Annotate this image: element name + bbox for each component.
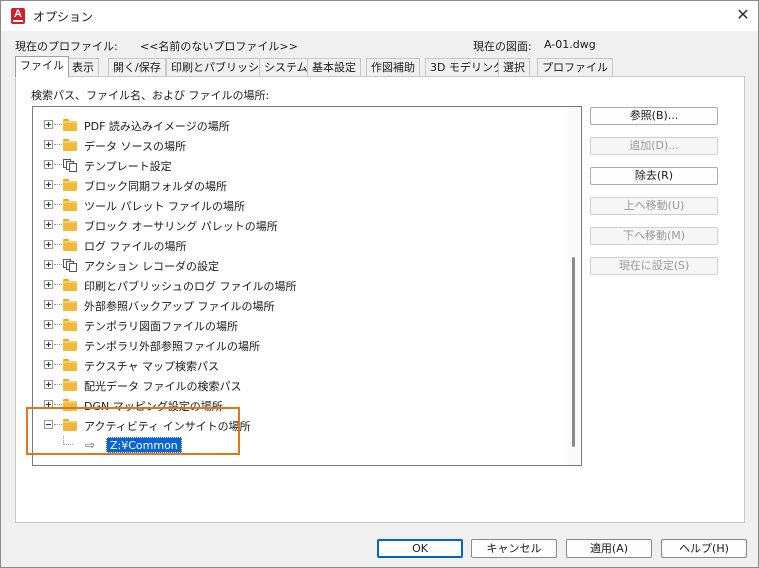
profile-info-row: 現在のプロファイル: <<名前のないプロファイル>> 現在の図面: A-01.d… bbox=[1, 38, 758, 87]
scrollbar-thumb[interactable] bbox=[572, 257, 575, 447]
templates-icon bbox=[63, 159, 77, 172]
folder-icon bbox=[63, 379, 77, 391]
folder-icon bbox=[63, 139, 77, 151]
tab-user-preferences[interactable]: 基本設定 bbox=[307, 58, 361, 76]
expand-icon[interactable] bbox=[44, 380, 53, 389]
expand-icon[interactable] bbox=[44, 180, 53, 189]
tree-item-activity-insights[interactable]: アクティビティ インサイトの場所 bbox=[33, 416, 553, 434]
ok-button[interactable]: OK bbox=[377, 539, 463, 558]
tab-open-save[interactable]: 開く/保存 bbox=[108, 58, 166, 76]
browse-button[interactable]: 参照(B)... bbox=[590, 107, 718, 125]
expand-icon[interactable] bbox=[44, 240, 53, 249]
expand-icon[interactable] bbox=[44, 280, 53, 289]
expand-icon[interactable] bbox=[44, 140, 53, 149]
templates-icon bbox=[63, 259, 77, 272]
expand-icon[interactable] bbox=[44, 360, 53, 369]
collapse-icon[interactable] bbox=[44, 420, 53, 429]
apply-button[interactable]: 適用(A) bbox=[566, 539, 652, 558]
current-profile-value: <<名前のないプロファイル>> bbox=[140, 40, 298, 53]
move-up-button[interactable]: 上へ移動(U) bbox=[590, 197, 718, 215]
expand-icon[interactable] bbox=[44, 120, 53, 129]
tree-item-action-recorder[interactable]: アクション レコーダの設定 bbox=[33, 256, 553, 274]
current-drawing-value: A-01.dwg bbox=[544, 38, 596, 51]
autocad-app-icon: A bbox=[11, 8, 25, 24]
folder-icon bbox=[63, 359, 77, 371]
tab-display[interactable]: 表示 bbox=[67, 58, 99, 76]
tree-item-temp-drawing[interactable]: テンポラリ図面ファイルの場所 bbox=[33, 316, 553, 334]
folder-icon bbox=[63, 279, 77, 291]
folder-icon bbox=[63, 119, 77, 131]
tree-item-xref-backup[interactable]: 外部参照バックアップ ファイルの場所 bbox=[33, 296, 553, 314]
tree-item-dgn-mapping[interactable]: DGN マッピング設定の場所 bbox=[33, 396, 553, 414]
expand-icon[interactable] bbox=[44, 220, 53, 229]
set-current-button[interactable]: 現在に設定(S) bbox=[590, 257, 718, 275]
search-paths-label: 検索パス、ファイル名、および ファイルの場所: bbox=[31, 89, 270, 102]
current-profile-label: 現在のプロファイル: bbox=[15, 40, 118, 53]
folder-open-icon bbox=[63, 419, 77, 431]
folder-icon bbox=[63, 179, 77, 191]
tree-scrollbar[interactable] bbox=[567, 107, 581, 465]
folder-icon bbox=[63, 399, 77, 411]
tree-item-block-authoring-palette[interactable]: ブロック オーサリング パレットの場所 bbox=[33, 216, 553, 234]
expand-icon[interactable] bbox=[44, 400, 53, 409]
tree-item-tool-palette[interactable]: ツール パレット ファイルの場所 bbox=[33, 196, 553, 214]
remove-button[interactable]: 除去(R) bbox=[590, 167, 718, 185]
folder-icon bbox=[63, 219, 77, 231]
tab-files[interactable]: ファイル bbox=[15, 56, 69, 77]
move-down-button[interactable]: 下へ移動(M) bbox=[590, 227, 718, 245]
add-button[interactable]: 追加(D)... bbox=[590, 137, 718, 155]
tree-item-pdf-import[interactable]: PDF 読み込みイメージの場所 bbox=[33, 116, 553, 134]
tree-item-block-sync[interactable]: ブロック同期フォルダの場所 bbox=[33, 176, 553, 194]
help-button[interactable]: ヘルプ(H) bbox=[661, 539, 747, 558]
close-icon[interactable]: ✕ bbox=[733, 5, 753, 25]
tab-profiles[interactable]: プロファイル bbox=[537, 58, 613, 76]
expand-icon[interactable] bbox=[44, 340, 53, 349]
tree-item-activity-insights-path[interactable]: ⇨ Z:¥Common bbox=[33, 436, 553, 454]
expand-icon[interactable] bbox=[44, 200, 53, 209]
tree-item-texture-map[interactable]: テクスチャ マップ検索パス bbox=[33, 356, 553, 374]
folder-icon bbox=[63, 319, 77, 331]
tree-item-photometric-web[interactable]: 配光データ ファイルの検索パス bbox=[33, 376, 553, 394]
path-arrow-icon: ⇨ bbox=[85, 438, 96, 452]
tree-item-log-file[interactable]: ログ ファイルの場所 bbox=[33, 236, 553, 254]
current-drawing-label: 現在の図面: bbox=[473, 40, 532, 53]
tree-item-data-source[interactable]: データ ソースの場所 bbox=[33, 136, 553, 154]
folder-icon bbox=[63, 339, 77, 351]
title-bar: A オプション ✕ bbox=[1, 1, 758, 31]
expand-icon[interactable] bbox=[44, 300, 53, 309]
expand-icon[interactable] bbox=[44, 160, 53, 169]
selected-path-value[interactable]: Z:¥Common bbox=[106, 437, 182, 453]
folder-icon bbox=[63, 199, 77, 211]
search-paths-tree[interactable]: PDF 読み込みイメージの場所 データ ソースの場所 テンプレート設定 ブロック… bbox=[32, 106, 582, 466]
tree-item-temp-xref[interactable]: テンポラリ外部参照ファイルの場所 bbox=[33, 336, 553, 354]
dialog-title: オプション bbox=[33, 10, 94, 24]
folder-icon bbox=[63, 299, 77, 311]
folder-icon bbox=[63, 239, 77, 251]
tab-3d-modeling[interactable]: 3D モデリング bbox=[425, 58, 509, 76]
tab-system[interactable]: システム bbox=[259, 58, 313, 76]
options-dialog: A オプション ✕ 現在のプロファイル: <<名前のないプロファイル>> 現在の… bbox=[0, 0, 759, 568]
cancel-button[interactable]: キャンセル bbox=[471, 539, 557, 558]
tree-item-plot-publish-log[interactable]: 印刷とパブリッシュのログ ファイルの場所 bbox=[33, 276, 553, 294]
tab-drafting[interactable]: 作図補助 bbox=[366, 58, 420, 76]
expand-icon[interactable] bbox=[44, 320, 53, 329]
expand-icon[interactable] bbox=[44, 260, 53, 269]
tree-item-template-settings[interactable]: テンプレート設定 bbox=[33, 156, 553, 174]
tab-selection[interactable]: 選択 bbox=[498, 58, 530, 76]
